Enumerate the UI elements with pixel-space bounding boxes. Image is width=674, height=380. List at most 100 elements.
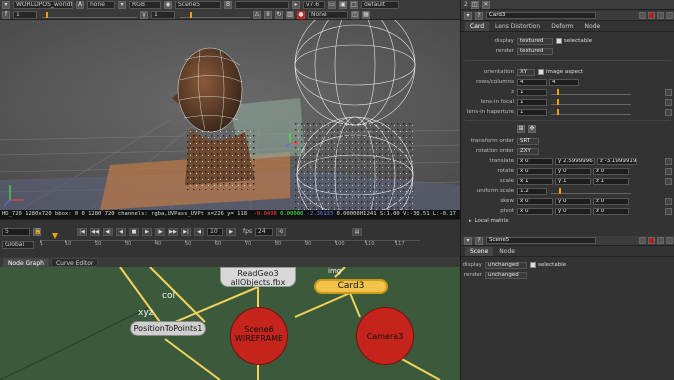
help-icon[interactable]: ? (475, 11, 483, 20)
zoom-dropdown[interactable]: v7.6 (303, 1, 325, 9)
proxy-icon[interactable]: ▣ (339, 1, 347, 9)
z-slider[interactable] (551, 88, 631, 95)
render-dropdown[interactable]: textured (517, 47, 553, 55)
orientation-dropdown[interactable]: XY (517, 68, 535, 76)
increment-forward-button[interactable]: ▶ (226, 227, 236, 236)
z-animation-icon[interactable] (665, 88, 672, 96)
flipbook-icon[interactable]: ▤ (352, 227, 363, 236)
rotate-x-field[interactable]: x 0 (517, 167, 553, 175)
colorspace-dropdown[interactable]: RGB (129, 1, 161, 9)
close-icon[interactable] (666, 12, 673, 19)
camera-icon[interactable]: ◉ (164, 1, 172, 9)
uniform-scale-slider[interactable] (551, 187, 631, 194)
global-range-dropdown[interactable]: Global (2, 240, 34, 249)
next-frame-button[interactable]: |▶ (155, 227, 165, 236)
rotate-animation-icon[interactable] (665, 167, 672, 175)
gain-slider[interactable] (42, 11, 137, 18)
scene-display-dropdown[interactable]: unchanged (485, 261, 527, 269)
transform-order-dropdown[interactable]: SRT (517, 137, 539, 145)
collapse-card3-icon[interactable]: ▾ (464, 11, 472, 20)
3d-viewport[interactable] (0, 20, 460, 210)
first-frame-button[interactable]: |◀ (77, 227, 87, 236)
playhead-marker[interactable] (52, 233, 58, 239)
b-input-icon[interactable]: B (224, 1, 232, 9)
tab-card[interactable]: Card (465, 22, 490, 31)
uniform-scale-field[interactable]: 1.2 (517, 187, 547, 195)
current-frame-field[interactable]: 5 (2, 227, 30, 236)
image-aspect-checkbox[interactable] (538, 69, 544, 75)
axis-menu-icon[interactable]: ⊞ (517, 125, 525, 133)
b-input-dropdown[interactable] (235, 1, 289, 9)
increment-field[interactable]: 10 (207, 227, 223, 236)
increment-back-button[interactable]: ◀ (194, 227, 204, 236)
input-path-dropdown[interactable]: WORLDPOS_worldfinal18513700 (13, 1, 73, 9)
lens-haperture-slider[interactable] (551, 108, 631, 115)
prev-key-button[interactable]: ◀◀ (90, 227, 100, 236)
node-scene6[interactable]: Scene6 WIREFRAME (230, 307, 288, 365)
color-swatch-icon[interactable] (639, 12, 646, 19)
channel-icon[interactable]: ▾ (118, 1, 126, 9)
prev-frame-button[interactable]: ◀| (103, 227, 113, 236)
skew-x-field[interactable]: x 0 (517, 197, 553, 205)
lens-haperture-animation-icon[interactable] (665, 108, 672, 116)
local-matrix-row[interactable]: ▸ Local matrix (461, 217, 674, 225)
expand-arrow-icon[interactable]: ▸ (469, 218, 472, 224)
undo-icon[interactable] (657, 12, 664, 19)
node-graph-canvas[interactable]: col xyz img ReadGeo3 allObjects.fbx Card… (0, 267, 460, 380)
tab-node-graph[interactable]: Node Graph (3, 257, 49, 267)
roi-icon[interactable]: □ (350, 1, 358, 9)
pivot-y-field[interactable]: y 0 (555, 207, 591, 215)
play-backward-button[interactable]: ◀ (116, 227, 126, 236)
display-mode-dropdown[interactable]: None (308, 11, 348, 19)
skew-animation-icon[interactable] (665, 197, 672, 205)
record-icon[interactable]: ● (297, 11, 305, 19)
stop-button[interactable]: ■ (129, 227, 139, 236)
lens-haperture-field[interactable]: 1 (517, 108, 547, 116)
tab-scene[interactable]: Scene (465, 247, 494, 256)
node-camera3[interactable]: Camera3 (356, 307, 414, 365)
node-color-icon[interactable] (648, 12, 655, 19)
loop-icon[interactable]: ⟲ (276, 227, 287, 236)
scene-selectable-checkbox[interactable] (530, 262, 536, 268)
translate-z-field[interactable]: z -3.19999194 (597, 157, 637, 165)
lens-focal-field[interactable]: 1 (517, 98, 547, 106)
fps-field[interactable]: 24 (255, 227, 274, 236)
close-icon[interactable] (666, 237, 673, 244)
aspect-icon[interactable]: ▭ (328, 1, 336, 9)
pivot-animation-icon[interactable] (665, 207, 672, 215)
gain-icon[interactable]: f (2, 11, 10, 19)
scale-x-field[interactable]: x 1 (517, 177, 553, 185)
tab-node[interactable]: Node (494, 247, 520, 256)
rotation-order-dropdown[interactable]: ZXY (517, 147, 539, 155)
skew-z-field[interactable]: z 0 (593, 197, 629, 205)
scene-dropdown[interactable]: Scene5 (175, 1, 221, 9)
axis-snap-icon[interactable]: ✥ (528, 125, 536, 133)
histogram-icon[interactable]: ▥ (286, 11, 294, 19)
pivot-x-field[interactable]: x 0 (517, 207, 553, 215)
gamma-slider[interactable] (180, 11, 250, 18)
scene5-name-field[interactable]: Scene5 (486, 237, 596, 244)
clear-panels-icon[interactable]: ✕ (481, 0, 490, 9)
color-swatch-icon[interactable] (639, 237, 646, 244)
a-input-icon[interactable]: A (76, 1, 84, 9)
tab-node[interactable]: Node (580, 22, 606, 31)
node-position-to-points[interactable]: PositionToPoints1 (130, 321, 206, 336)
lock-icon[interactable]: 🔒 (33, 227, 41, 236)
clip-warning-icon[interactable]: ⚠ (253, 11, 261, 19)
lock-panel-icon[interactable]: ◫ (470, 0, 479, 9)
help-icon[interactable]: ? (475, 236, 483, 245)
next-key-button[interactable]: ▶▶ (168, 227, 178, 236)
rows-field[interactable]: 4 (517, 78, 547, 86)
viewer-menu-icon[interactable]: ▾ (2, 1, 10, 9)
rotate-y-field[interactable]: y 0 (555, 167, 591, 175)
card3-name-field[interactable]: Card3 (486, 12, 596, 19)
rotate-z-field[interactable]: z 0 (593, 167, 629, 175)
lut-dropdown[interactable]: default (361, 1, 399, 9)
refresh-icon[interactable]: ↻ (275, 11, 283, 19)
gain-field[interactable]: 1 (13, 11, 37, 19)
translate-x-field[interactable]: x 0 (517, 157, 553, 165)
gamma-icon[interactable]: γ (140, 11, 148, 19)
scene-render-dropdown[interactable]: unchanged (485, 271, 527, 279)
collapse-scene5-icon[interactable]: ▾ (464, 236, 472, 245)
scale-z-field[interactable]: z 1 (593, 177, 629, 185)
